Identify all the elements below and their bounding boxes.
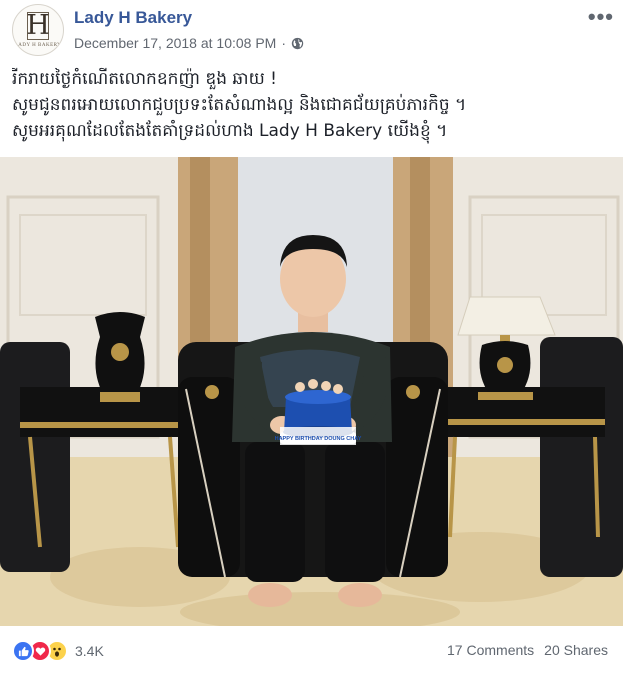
comments-count-link[interactable]: 17 Comments — [447, 642, 534, 658]
globe-icon[interactable] — [291, 37, 304, 50]
post-timestamp[interactable]: December 17, 2018 at 10:08 PM — [74, 35, 276, 51]
more-options-icon[interactable]: ••• — [588, 4, 614, 30]
reaction-count[interactable]: 3.4K — [75, 643, 104, 659]
avatar-logo-letter: H — [26, 10, 50, 41]
like-icon — [12, 640, 34, 662]
reactions-summary[interactable]: 3.4K — [12, 640, 104, 662]
page-name-link[interactable]: Lady H Bakery — [74, 8, 192, 28]
post-text-line: រីករាយថ្ងៃកំណើតលោកឧកញ៉ា ឌួង ឆាយ ! — [12, 69, 277, 89]
facebook-post: H LADY H BAKERY Lady H Bakery December 1… — [0, 0, 628, 680]
post-meta: December 17, 2018 at 10:08 PM · — [74, 35, 304, 51]
shares-count-link[interactable]: 20 Shares — [544, 642, 608, 658]
post-text-line: សូមអរគុណដែលតែងតែគាំទ្រដល់ហាង Lady H Bake… — [12, 121, 448, 141]
cake-message: HAPPY BIRTHDAY DOUNG CHAY — [275, 436, 362, 442]
post-text-line: សូមជូនពរអោយលោកជួបប្រទះតែសំណាងល្អ និងជោគជ… — [12, 95, 467, 115]
engagement-counts: 17 Comments 20 Shares — [447, 642, 608, 658]
post-photo[interactable]: HAPPY BIRTHDAY DOUNG CHAY — [0, 157, 623, 626]
post-message: រីករាយថ្ងៃកំណើតលោកឧកញ៉ា ឌួង ឆាយ ! សូមជូន… — [12, 66, 616, 144]
page-avatar[interactable]: H LADY H BAKERY — [12, 4, 64, 56]
avatar-logo-subtext: LADY H BAKERY — [14, 43, 62, 48]
meta-separator: · — [281, 35, 287, 51]
